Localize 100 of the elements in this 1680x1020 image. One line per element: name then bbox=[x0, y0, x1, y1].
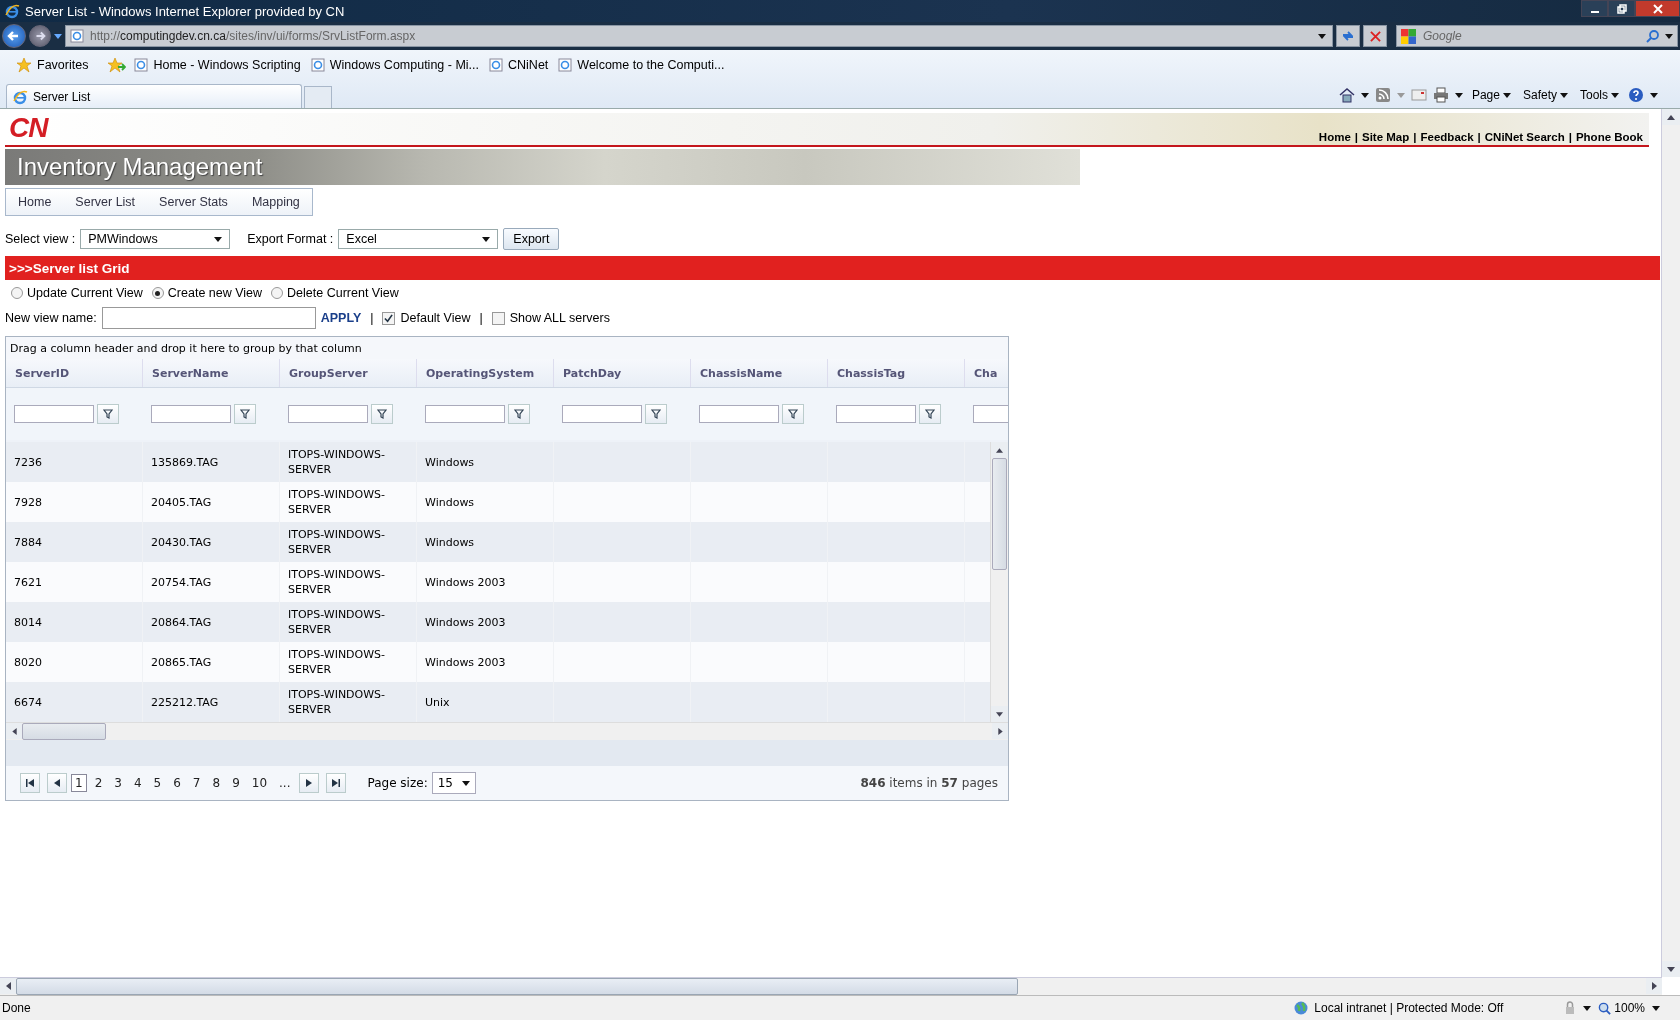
filter-field[interactable] bbox=[699, 405, 779, 423]
column-header[interactable]: Cha bbox=[965, 359, 1005, 387]
page-vertical-scrollbar[interactable] bbox=[1661, 109, 1680, 977]
next-page-button[interactable] bbox=[298, 773, 319, 793]
filter-field[interactable] bbox=[425, 405, 505, 423]
filter-button[interactable] bbox=[97, 404, 119, 424]
favorites-button[interactable]: Favorites bbox=[14, 55, 91, 75]
command-menu[interactable]: Safety bbox=[1519, 88, 1571, 102]
export-button[interactable]: Export bbox=[503, 228, 560, 250]
browser-tab[interactable]: Server List bbox=[6, 84, 302, 108]
filter-button[interactable] bbox=[919, 404, 941, 424]
column-header[interactable]: ServerID bbox=[6, 359, 143, 387]
feed-icon[interactable] bbox=[1374, 87, 1391, 103]
horizontal-scrollbar[interactable] bbox=[6, 722, 1008, 740]
column-header[interactable]: ChassisTag bbox=[828, 359, 965, 387]
filter-button[interactable] bbox=[782, 404, 804, 424]
page-link[interactable]: 7 bbox=[188, 774, 205, 792]
command-menu[interactable]: Tools bbox=[1577, 88, 1622, 102]
scroll-right-icon[interactable] bbox=[997, 727, 1003, 735]
last-page-button[interactable] bbox=[325, 773, 346, 793]
header-link[interactable]: Phone Book bbox=[1575, 131, 1643, 143]
zoom-button[interactable]: 100% bbox=[1596, 1001, 1647, 1015]
nav-link[interactable]: Server List bbox=[75, 195, 136, 209]
scroll-thumb[interactable] bbox=[16, 978, 1018, 995]
favorite-link[interactable]: Windows Computing - Mi... bbox=[308, 56, 482, 74]
page-size-dropdown[interactable]: 15 bbox=[431, 772, 476, 794]
scroll-up-icon[interactable] bbox=[996, 447, 1003, 453]
favorite-link[interactable]: CNiNet bbox=[487, 56, 551, 74]
caret-icon[interactable] bbox=[1318, 33, 1326, 39]
caret-icon[interactable] bbox=[1583, 1005, 1592, 1011]
close-button[interactable] bbox=[1635, 0, 1680, 17]
scroll-left-icon[interactable] bbox=[5, 982, 11, 990]
filter-field[interactable] bbox=[288, 405, 368, 423]
caret-icon[interactable] bbox=[1665, 33, 1673, 39]
mail-icon[interactable] bbox=[1410, 87, 1427, 103]
add-favorite-icon[interactable] bbox=[108, 57, 127, 73]
favorite-link[interactable]: Home - Windows Scripting bbox=[132, 56, 303, 74]
filter-field[interactable] bbox=[836, 405, 916, 423]
view-mode-radio[interactable]: Create new View bbox=[151, 286, 263, 300]
forward-button[interactable] bbox=[29, 25, 51, 47]
format-dropdown[interactable]: Excel bbox=[338, 229, 499, 249]
nav-link[interactable]: Server Stats bbox=[159, 195, 228, 209]
minimize-button[interactable] bbox=[1581, 0, 1608, 17]
column-header[interactable]: PatchDay bbox=[554, 359, 691, 387]
refresh-button[interactable] bbox=[1336, 25, 1360, 47]
caret-icon[interactable] bbox=[1360, 92, 1369, 98]
column-header[interactable]: GroupServer bbox=[280, 359, 417, 387]
back-button[interactable] bbox=[2, 24, 26, 48]
option-checkbox[interactable]: Default View bbox=[382, 311, 471, 325]
scroll-thumb[interactable] bbox=[992, 458, 1007, 570]
filter-button[interactable] bbox=[234, 404, 256, 424]
nav-link[interactable]: Mapping bbox=[251, 195, 300, 209]
search-box[interactable]: Google bbox=[1396, 25, 1678, 47]
address-bar[interactable]: http://computingdev.cn.ca/sites/inv/ui/forms/SrvListForm.aspx bbox=[65, 25, 1333, 47]
caret-icon[interactable] bbox=[1650, 92, 1658, 98]
caret-icon[interactable] bbox=[54, 33, 62, 39]
page-link[interactable]: 6 bbox=[169, 774, 185, 792]
page-link[interactable]: 10 bbox=[247, 774, 272, 792]
apply-link[interactable]: APPLY bbox=[320, 311, 362, 325]
view-name-field[interactable] bbox=[101, 307, 316, 329]
favorite-link[interactable]: Welcome to the Computi... bbox=[556, 56, 727, 74]
scroll-down-icon[interactable] bbox=[1667, 966, 1675, 972]
page-link[interactable]: 8 bbox=[208, 774, 225, 792]
first-page-button[interactable] bbox=[20, 773, 40, 793]
header-link[interactable]: Home bbox=[1318, 131, 1351, 143]
page-link[interactable]: 9 bbox=[228, 774, 244, 792]
search-icon[interactable] bbox=[1646, 29, 1660, 43]
filter-field[interactable] bbox=[562, 405, 642, 423]
scroll-right-icon[interactable] bbox=[1651, 982, 1657, 990]
page-link[interactable]: 5 bbox=[149, 774, 166, 792]
vertical-scrollbar[interactable] bbox=[990, 442, 1008, 722]
search-field[interactable]: Google bbox=[1421, 28, 1641, 44]
command-menu[interactable]: Page bbox=[1468, 88, 1514, 102]
scroll-up-icon[interactable] bbox=[1667, 114, 1675, 120]
header-link[interactable]: Feedback bbox=[1420, 131, 1474, 143]
view-mode-radio[interactable]: Delete Current View bbox=[271, 286, 399, 300]
restore-button[interactable] bbox=[1608, 0, 1635, 17]
help-icon[interactable] bbox=[1628, 87, 1644, 103]
nav-link[interactable]: Home bbox=[18, 195, 52, 209]
caret-icon[interactable] bbox=[1454, 92, 1463, 98]
filter-field[interactable] bbox=[14, 405, 94, 423]
previous-page-button[interactable] bbox=[47, 773, 67, 793]
view-dropdown[interactable]: PMWindows bbox=[80, 229, 231, 249]
column-header[interactable]: OperatingSystem bbox=[417, 359, 554, 387]
filter-field[interactable] bbox=[151, 405, 231, 423]
filter-button[interactable] bbox=[645, 404, 667, 424]
caret-icon[interactable] bbox=[1652, 1005, 1660, 1011]
column-header[interactable]: ServerName bbox=[143, 359, 280, 387]
page-link[interactable]: ... bbox=[275, 774, 295, 792]
header-link[interactable]: Site Map bbox=[1362, 131, 1410, 143]
page-link[interactable]: 3 bbox=[110, 774, 126, 792]
scroll-thumb[interactable] bbox=[22, 723, 106, 740]
view-mode-radio[interactable]: Update Current View bbox=[11, 286, 143, 300]
page-link[interactable]: 2 bbox=[90, 774, 107, 792]
page-horizontal-scrollbar[interactable] bbox=[0, 977, 1662, 995]
column-header[interactable]: ChassisName bbox=[691, 359, 828, 387]
header-link[interactable]: CNiNet Search bbox=[1484, 131, 1565, 143]
print-icon[interactable] bbox=[1432, 87, 1449, 103]
option-checkbox[interactable]: Show ALL servers bbox=[491, 311, 610, 325]
page-link[interactable]: 1 bbox=[71, 774, 87, 792]
